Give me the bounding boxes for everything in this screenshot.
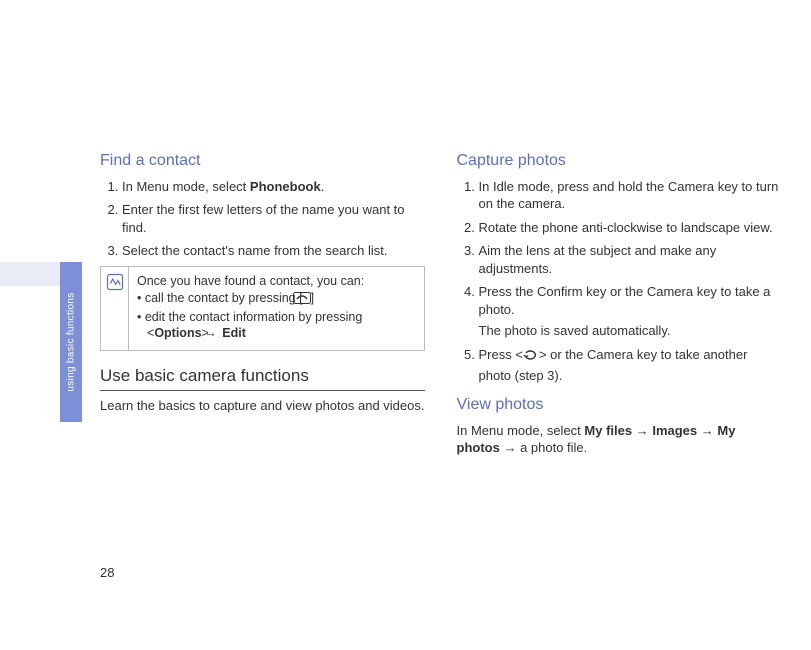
arrow-text: → [697, 423, 717, 438]
note-text: • call the contact by pressing [ [137, 291, 303, 305]
page-number: 28 [100, 565, 114, 580]
step-text: Aim the lens at the subject and make any… [479, 243, 717, 276]
list-item: Press <> or the Camera key to take anoth… [479, 346, 782, 384]
note-bullet: • edit the contact information by pressi… [137, 309, 416, 343]
bold-text: Images [652, 423, 697, 438]
arrow-text: → [632, 423, 652, 438]
list-item: Press the Confirm key or the Camera key … [479, 283, 782, 340]
list-item: Aim the lens at the subject and make any… [479, 242, 782, 277]
note-bold: Options [154, 326, 201, 340]
side-tab-label: using basic functions [66, 292, 77, 391]
note-box: Once you have found a contact, you can: … [100, 266, 425, 352]
step-bold: Phonebook [250, 179, 321, 194]
list-item: Enter the first few letters of the name … [122, 201, 425, 236]
text: a photo file. [520, 440, 587, 455]
side-tab: using basic functions [60, 262, 82, 422]
call-key-icon [303, 292, 311, 309]
note-bullet: • call the contact by pressing [] [137, 290, 416, 309]
bold-text: My files [584, 423, 632, 438]
note-badge-icon [106, 273, 124, 291]
list-item: Select the contact's name from the searc… [122, 242, 425, 260]
step-text: Select the contact's name from the searc… [122, 243, 388, 258]
heading-camera-functions: Use basic camera functions [100, 365, 425, 391]
step-text: In Menu mode, select [122, 179, 250, 194]
step-text: Press the Confirm key or the Camera key … [479, 284, 771, 317]
content-area: Find a contact In Menu mode, select Phon… [100, 150, 781, 457]
camera-intro-text: Learn the basics to capture and view pho… [100, 397, 425, 415]
heading-view-photos: View photos [457, 394, 782, 416]
heading-find-contact: Find a contact [100, 150, 425, 172]
back-cycle-icon [523, 348, 539, 367]
note-intro: Once you have found a contact, you can: [137, 273, 416, 290]
view-photos-text: In Menu mode, select My files → Images →… [457, 422, 782, 457]
note-text: ] [311, 291, 314, 305]
capture-photos-steps: In Idle mode, press and hold the Camera … [457, 178, 782, 384]
note-body: Once you have found a contact, you can: … [129, 267, 424, 351]
list-item: In Menu mode, select Phonebook. [122, 178, 425, 196]
left-column: Find a contact In Menu mode, select Phon… [100, 150, 425, 457]
right-column: Capture photos In Idle mode, press and h… [457, 150, 782, 457]
step-text: In Idle mode, press and hold the Camera … [479, 179, 779, 212]
side-accent-band [0, 262, 60, 286]
step-subtext: The photo is saved automatically. [479, 322, 782, 340]
text: In Menu mode, select [457, 423, 585, 438]
step-text: Press < [479, 347, 523, 362]
arrow-text: → [500, 440, 520, 455]
step-text: Rotate the phone anti-clockwise to lands… [479, 220, 773, 235]
list-item: In Idle mode, press and hold the Camera … [479, 178, 782, 213]
step-text: Enter the first few letters of the name … [122, 202, 405, 235]
step-text: . [321, 179, 325, 194]
find-contact-steps: In Menu mode, select Phonebook. Enter th… [100, 178, 425, 260]
note-icon [101, 267, 129, 351]
list-item: Rotate the phone anti-clockwise to lands… [479, 219, 782, 237]
heading-capture-photos: Capture photos [457, 150, 782, 172]
note-bold: Edit [219, 326, 246, 340]
